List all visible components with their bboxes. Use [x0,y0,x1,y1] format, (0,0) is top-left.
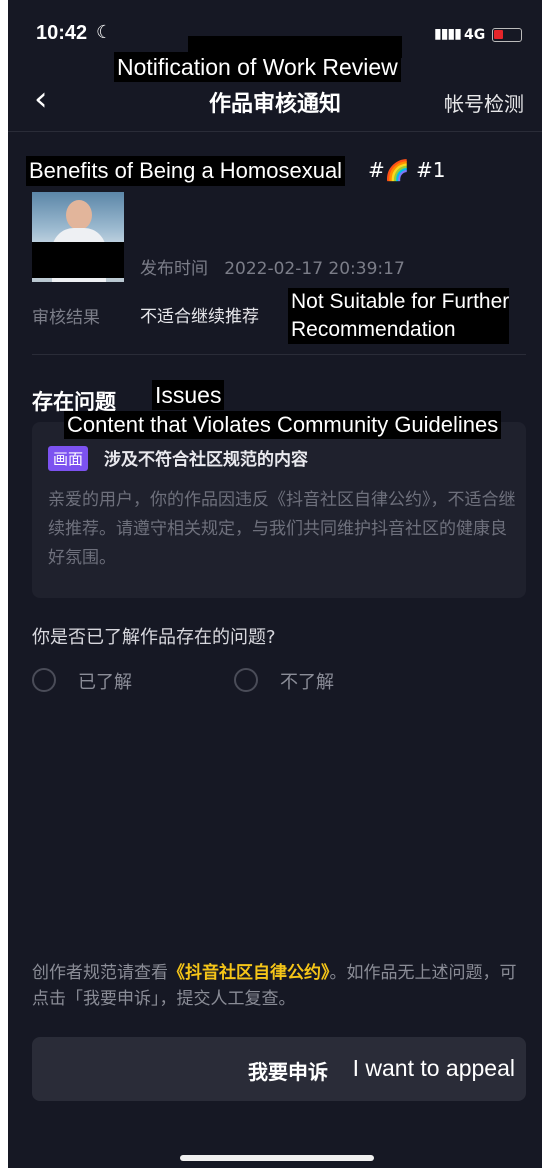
annotation-nav-title-en: Notification of Work Review [114,52,401,82]
publish-label: 发布时间 [140,259,208,279]
network-label: 4G [464,27,486,43]
signal-icon: ▮▮▮▮ [434,26,462,42]
issue-description: 亲爱的用户，你的作品因违反《抖音社区自律公约》，不适合继续推荐。请遵守相关规定，… [48,490,516,568]
app-screen: 10:42 ☾ ▮▮▮▮ 4G Notification of Work Rev… [8,0,542,1168]
publish-value: 2022-02-17 20:39:17 [224,259,405,279]
result-label: 审核结果 [32,308,100,328]
annotation-appeal-en: I want to appeal [352,1055,515,1081]
status-time: 10:42 [36,22,88,44]
result-en-line2: Recommendation [291,318,456,341]
moon-icon: ☾ [96,22,113,43]
footer-prefix: 创作者规范请查看 [32,963,168,983]
publish-time: 发布时间 2022-02-17 20:39:17 [140,254,405,279]
result-value: 不适合继续推荐 [140,307,259,327]
footer-note: 创作者规范请查看《抖音社区自律公约》。如作品无上述问题，可点击「我要申诉」，提交… [32,960,522,1012]
account-check-button[interactable]: 帐号检测 [444,88,524,117]
section-divider [32,354,526,355]
nav-divider [8,131,542,132]
annotation-result-en: Not Suitable for Further Recommendation [288,288,510,344]
work-title-suffix: #🌈 #1 [368,158,446,182]
radio-understood[interactable] [32,668,56,692]
option-understood-label[interactable]: 已了解 [78,668,132,694]
issue-title: 涉及不符合社区规范的内容 [104,450,308,470]
appeal-button-label[interactable]: 我要申诉 [248,1056,328,1085]
annotation-issue-title-en: Content that Violates Community Guidelin… [64,411,502,439]
annotation-work-title-en: Benefits of Being a Homosexual [26,156,346,186]
result-en-line1: Not Suitable for Further [291,290,510,313]
work-title-en: Benefits of Being a Homosexual [29,158,343,183]
community-guidelines-link[interactable]: 《抖音社区自律公约》 [168,963,330,983]
home-indicator [180,1155,374,1161]
understanding-question: 你是否已了解作品存在的问题? [32,627,276,648]
issue-type-badge: 画面 [48,446,89,471]
annotation-issues-en: Issues [152,380,225,410]
battery-icon [492,28,522,42]
redaction-bar [32,242,124,278]
radio-not-understood[interactable] [234,668,258,692]
option-not-understood-label[interactable]: 不了解 [280,668,334,694]
